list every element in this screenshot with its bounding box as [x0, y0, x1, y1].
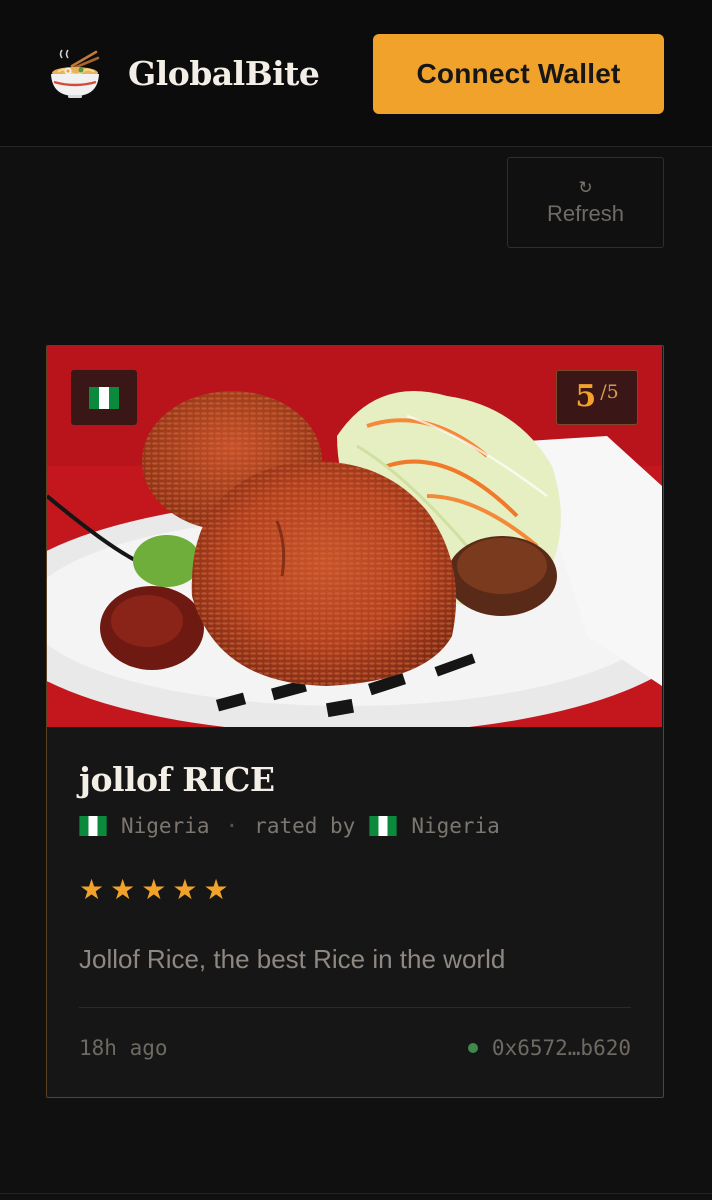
address-text: 0x6572…b620	[491, 1036, 631, 1060]
nigeria-flag-icon	[369, 816, 397, 836]
brand-name: GlobalBite	[128, 53, 320, 93]
card-divider	[79, 1007, 631, 1008]
status-dot-icon	[467, 1043, 478, 1053]
star-icon: ★	[203, 874, 229, 905]
time-ago: 18h ago	[79, 1036, 168, 1060]
rater-country: Nigeria	[411, 814, 500, 838]
dish-country: Nigeria	[121, 814, 210, 838]
noodle-bowl-icon	[51, 49, 100, 98]
review-text: Jollof Rice, the best Rice in the world	[79, 944, 506, 974]
meta-separator: ·	[225, 814, 239, 838]
dish-meta: Nigeria · rated by Nigeria	[79, 814, 500, 838]
nigeria-flag-icon	[89, 386, 119, 409]
refresh-icon: ↻	[578, 177, 593, 197]
connect-wallet-button[interactable]: Connect Wallet	[373, 34, 664, 114]
rater-address[interactable]: 0x6572…b620	[467, 1036, 631, 1060]
brand[interactable]: GlobalBite	[48, 46, 320, 100]
section-heading-wrap: Rated	[46, 147, 346, 247]
page-divider	[0, 1193, 712, 1194]
dish-title: jollof RICE	[79, 760, 275, 799]
rating-badge: 5 /5	[556, 370, 638, 425]
refresh-label: Refresh	[546, 200, 625, 226]
star-icon: ★	[110, 874, 136, 905]
flag-badge	[71, 370, 137, 425]
nigeria-flag-icon	[79, 816, 107, 836]
rating-card[interactable]: 5 /5 jollof RICE Nigeria · rated by Nige…	[46, 345, 664, 1098]
section-heading-text: Rated	[46, 147, 266, 161]
rating-max: /5	[600, 381, 619, 403]
star-rating: ★ ★ ★ ★ ★	[79, 875, 229, 905]
rated-by-label: rated by	[254, 814, 356, 838]
refresh-button[interactable]: ↻ Refresh	[507, 157, 664, 248]
rating-score: 5	[575, 379, 597, 414]
star-icon: ★	[172, 874, 198, 905]
section-heading: Rated	[46, 147, 266, 161]
app-header: GlobalBite Connect Wallet	[0, 0, 712, 147]
star-icon: ★	[79, 874, 105, 905]
star-icon: ★	[141, 874, 167, 905]
